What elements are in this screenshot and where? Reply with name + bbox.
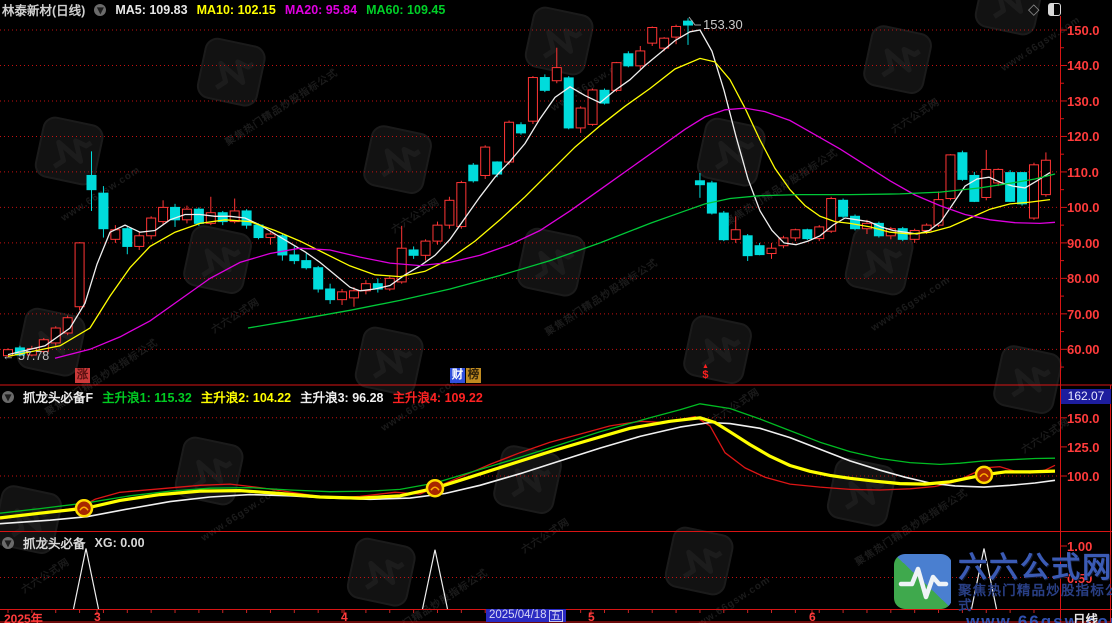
y-axis-label: 130.0	[1067, 94, 1100, 109]
panel3-header: ▾ 抓龙头必备 XG: 0.00	[2, 533, 145, 552]
zhushenglang1-label: 主升浪1: 115.32	[102, 387, 192, 406]
period-label[interactable]: 日线	[1073, 609, 1098, 623]
x-axis-label: 6	[809, 610, 816, 623]
ma10-label: MA10: 102.15	[197, 3, 276, 17]
latest-value-badge: 162.07	[1061, 389, 1111, 404]
diamond-icon[interactable]: ◇	[1028, 0, 1040, 18]
highlight-date: 2025/04/18	[489, 609, 547, 622]
zhushenglang3-label: 主升浪3: 96.28	[300, 387, 383, 406]
main-chart-header: 林泰新材(日线) ▾ MA5: 109.83 MA10: 102.15 MA20…	[2, 0, 445, 19]
indicator-name: 抓龙头必备	[23, 533, 86, 552]
ma20-label: MA20: 95.84	[285, 3, 357, 17]
chart-canvas[interactable]	[0, 0, 1112, 623]
watermark-brand: 六六公式网	[958, 553, 1112, 583]
zhushenglang4-label: 主升浪4: 109.22	[392, 387, 482, 406]
highlight-weekday: 五	[549, 610, 564, 622]
cai-badge[interactable]: 财	[450, 368, 465, 383]
y-axis-label: 60.00	[1067, 342, 1100, 357]
collapse-panel-icon[interactable]: ▾	[2, 537, 14, 549]
xg-value-label: XG: 0.00	[95, 536, 145, 550]
date-highlight-badge: 2025/04/18 五	[486, 609, 566, 622]
stock-app-window: www.66gsw.com 聚焦热门精品炒股指标公式 六六公式网 聚焦热门精品炒…	[0, 0, 1112, 623]
indicator-name: 抓龙头必备F	[23, 387, 93, 406]
y-axis-label: 120.0	[1067, 129, 1100, 144]
x-axis-label: 5	[588, 610, 595, 623]
x-axis-label: 4	[341, 610, 348, 623]
y-axis-label: 100.0	[1067, 200, 1100, 215]
y-axis-label: 90.00	[1067, 236, 1100, 251]
y-axis-label: 100.0	[1067, 469, 1100, 484]
y-axis-label: 125.0	[1067, 440, 1100, 455]
sell-signal-marker: ▲ $	[702, 362, 709, 380]
zhang-badge[interactable]: 涨	[75, 368, 90, 383]
ma5-label: MA5: 109.83	[115, 3, 187, 17]
bang-badge[interactable]: 榜	[466, 368, 481, 383]
panel2-header: ▾ 抓龙头必备F 主升浪1: 115.32 主升浪2: 104.22 主升浪3:…	[2, 387, 483, 406]
x-axis-label: 2025年	[4, 610, 43, 623]
ma60-label: MA60: 109.45	[366, 3, 445, 17]
y-axis-label: 80.00	[1067, 271, 1100, 286]
y-axis-label: 110.0	[1067, 165, 1099, 180]
x-axis-label: 3	[94, 610, 101, 623]
site-logo-icon	[893, 553, 951, 610]
dollar-icon: $	[702, 371, 709, 380]
collapse-panel-icon[interactable]: ▾	[2, 391, 14, 403]
low-price-annotation: ← 57.78	[2, 349, 49, 363]
high-price-annotation: 153.30	[703, 17, 743, 32]
y-axis-label: 70.00	[1067, 307, 1100, 322]
y-axis-label: 150.0	[1067, 411, 1100, 426]
collapse-panel-icon[interactable]: ▾	[94, 4, 106, 16]
page-title: 林泰新材(日线)	[2, 0, 85, 19]
y-axis-label: 150.0	[1067, 23, 1100, 38]
window-icon[interactable]	[1048, 3, 1061, 16]
zhushenglang2-label: 主升浪2: 104.22	[201, 387, 291, 406]
y-axis-label: 140.0	[1067, 58, 1100, 73]
